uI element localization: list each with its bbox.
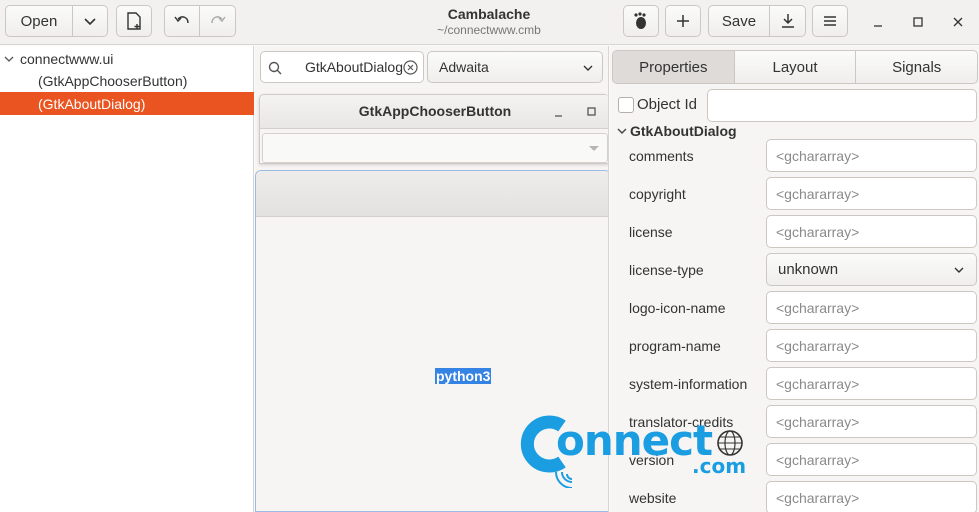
hamburger-menu-icon [824,16,836,26]
tab-label: Layout [772,58,818,76]
minimize-icon [874,25,882,27]
tree-item-label: connectwww.ui [20,50,114,67]
add-object-button[interactable] [665,5,701,37]
translator-credits-input[interactable]: <gchararray> [766,405,977,438]
undo-button[interactable] [164,5,200,37]
placeholder-text: <gchararray> [776,489,860,506]
preview-window-app-chooser[interactable]: GtkAppChooserButton [259,94,608,164]
license-input[interactable]: <gchararray> [766,215,977,248]
section-header[interactable]: GtkAboutDialog [616,123,737,139]
comments-input[interactable]: <gchararray> [766,139,977,172]
section-title: GtkAboutDialog [630,123,737,139]
placeholder-text: <gchararray> [776,337,860,354]
license-type-select[interactable]: unknown [766,253,977,286]
copyright-input[interactable]: <gchararray> [766,177,977,210]
close-button[interactable] [941,6,975,38]
window-subtitle: ~/connectwww.cmb [437,23,541,37]
property-label-copyright: copyright [629,186,686,202]
system-information-input[interactable]: <gchararray> [766,367,977,400]
placeholder-text: <gchararray> [776,375,860,392]
main-menu-button[interactable] [812,5,848,37]
dropdown-arrow-icon [589,146,599,151]
maximize-icon [913,17,923,27]
redo-button[interactable] [200,5,236,37]
minimize-button[interactable] [861,6,895,38]
expander-open-icon [4,56,14,62]
property-label-comments: comments [629,148,694,164]
maximize-icon[interactable] [587,107,597,117]
export-button[interactable] [770,5,806,37]
new-file-icon [127,12,141,30]
object-id-checkbox[interactable] [618,97,634,113]
search-icon [268,61,282,75]
property-label-license: license [629,224,673,240]
tab-layout[interactable]: Layout [735,51,857,83]
app-chooser-combo[interactable] [262,133,608,163]
object-tree: connectwww.ui (GtkAppChooserButton) (Gtk… [0,46,254,512]
gnome-icon [634,12,646,29]
undo-icon [174,16,189,24]
search-value: GtkAboutDialog [304,59,403,75]
new-file-button[interactable] [116,5,152,37]
open-recent-button[interactable] [73,5,108,37]
property-label-license-type: license-type [629,262,704,278]
search-input[interactable]: GtkAboutDialog [260,51,424,83]
website-input[interactable]: <gchararray> [766,481,977,512]
property-label-system-information: system-information [629,376,748,392]
object-id-label: Object Id [637,96,698,113]
logo-icon-name-input[interactable]: <gchararray> [766,291,977,324]
redo-icon [210,16,226,24]
tree-item-label: (GtkAboutDialog) [38,95,146,112]
watermark-logo: onnect .com [516,412,756,488]
maximize-button[interactable] [901,6,935,38]
placeholder-text: <gchararray> [776,413,860,430]
tab-label: Signals [892,58,942,76]
chevron-down-icon [954,267,964,273]
clear-icon[interactable] [403,60,418,75]
close-icon [953,17,963,27]
placeholder-text: <gchararray> [776,299,860,316]
program-name-input[interactable]: <gchararray> [766,329,977,362]
placeholder-text: <gchararray> [776,223,860,240]
tree-item-label: (GtkAppChooserButton) [38,72,188,89]
expander-open-icon [617,128,627,134]
property-label-program-name: program-name [629,338,721,354]
placeholder-text: <gchararray> [776,185,860,202]
version-input[interactable]: <gchararray> [766,443,977,476]
tree-item-about-dialog[interactable]: (GtkAboutDialog) [0,92,254,115]
save-button[interactable]: Save [708,5,770,37]
app-window: Open Cambalache ~/connectwww.cmb Save co… [0,0,979,512]
globe-icon [717,430,743,456]
tree-item-app-chooser[interactable]: (GtkAppChooserButton) [0,69,254,92]
open-button-label: Open [20,12,58,30]
add-icon [677,15,689,27]
preview-window-titlebar: GtkAppChooserButton [260,95,608,129]
header-bar: Open Cambalache ~/connectwww.cmb Save [0,0,979,45]
export-icon [781,14,794,28]
tab-signals[interactable]: Signals [856,51,977,83]
watermark-suffix: .com [692,454,747,478]
theme-select[interactable]: Adwaita [427,51,603,83]
placeholder-text: <gchararray> [776,451,860,468]
gnome-inspector-button[interactable] [623,5,659,37]
property-tabs: Properties Layout Signals [612,50,978,84]
object-id-input[interactable] [707,89,977,122]
about-dialog-titlebar [256,171,608,217]
tab-properties[interactable]: Properties [613,51,735,83]
save-button-label: Save [721,12,757,30]
watermark-text: onnect [556,416,713,465]
minimize-icon[interactable] [554,108,564,118]
window-title: Cambalache [447,6,531,22]
chevron-down-icon [84,18,96,26]
theme-select-value: Adwaita [439,59,489,75]
chevron-down-icon [583,65,593,71]
tree-item-ui-file[interactable]: connectwww.ui [0,47,254,70]
tab-label: Properties [639,58,708,76]
license-type-value: unknown [778,261,839,278]
open-button[interactable]: Open [5,5,73,37]
property-label-logo-icon-name: logo-icon-name [629,300,726,316]
about-dialog-program-text: python3 [435,368,492,384]
placeholder-text: <gchararray> [776,147,860,164]
property-label-website: website [629,490,677,506]
